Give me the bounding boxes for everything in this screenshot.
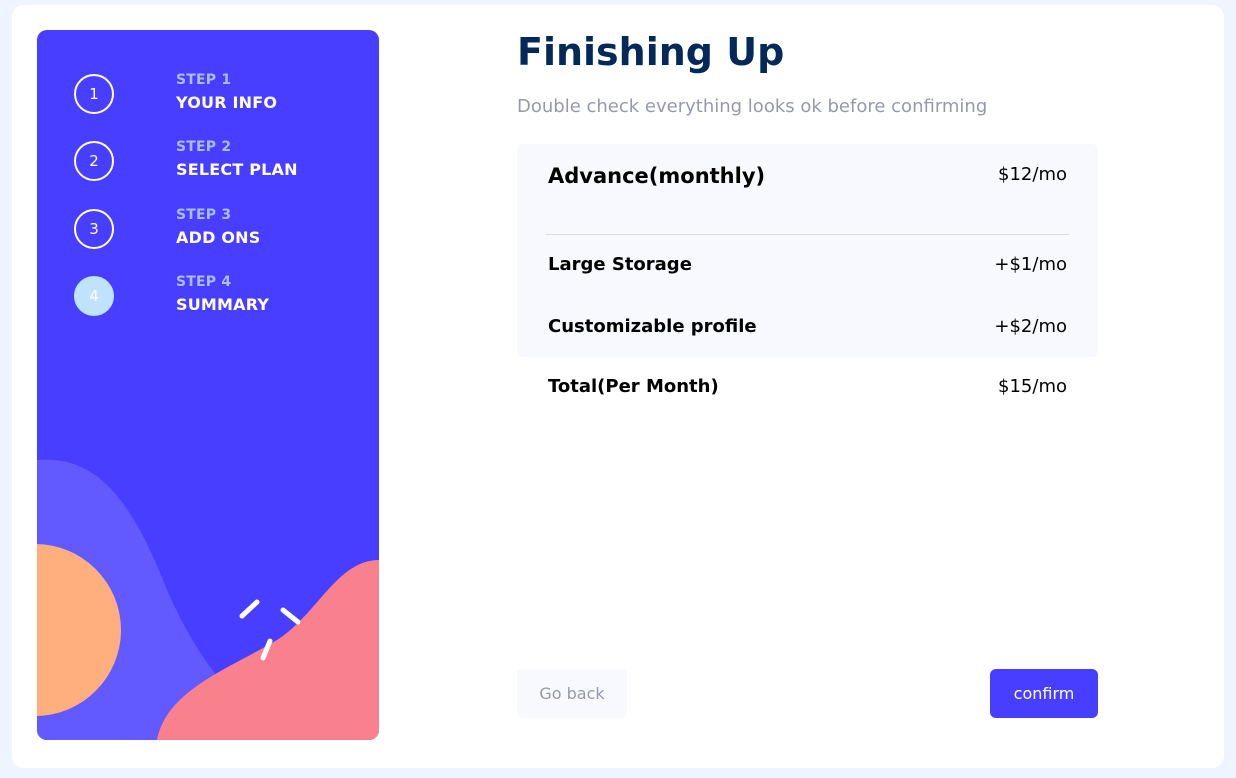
step-title: SELECT PLAN <box>176 160 298 179</box>
step-sub-label: STEP 3 <box>176 207 232 223</box>
total-price: $15/mo <box>998 376 1067 397</box>
addon-name: Large Storage <box>548 254 692 275</box>
divider <box>546 234 1069 235</box>
confirm-button[interactable]: confirm <box>990 669 1098 718</box>
summary-box: Advance(monthly) $12/mo Large Storage +$… <box>517 144 1098 357</box>
step-sub-label: STEP 1 <box>176 72 232 88</box>
go-back-button[interactable]: Go back <box>517 669 627 718</box>
addon-price: +$2/mo <box>994 316 1067 337</box>
step-item-1: 1 STEP 1 YOUR INFO <box>74 72 374 118</box>
step-sub-label: STEP 4 <box>176 274 232 290</box>
step-sub-label: STEP 2 <box>176 139 232 155</box>
plan-price: $12/mo <box>998 164 1067 185</box>
page-title: Finishing Up <box>517 30 785 74</box>
spark-line-2 <box>280 607 301 625</box>
total-label: Total(Per Month) <box>548 376 719 397</box>
step-number-circle: 1 <box>74 74 114 114</box>
step-item-3: 3 STEP 3 ADD ONS <box>74 207 374 253</box>
step-title: ADD ONS <box>176 228 261 247</box>
plan-name: Advance(monthly) <box>548 164 766 188</box>
page-subtitle: Double check everything looks ok before … <box>517 96 988 117</box>
step-number-circle: 3 <box>74 209 114 249</box>
step-item-2: 2 STEP 2 SELECT PLAN <box>74 139 374 185</box>
step-number-circle-active: 4 <box>74 276 114 316</box>
step-title: YOUR INFO <box>176 93 278 112</box>
step-title: SUMMARY <box>176 295 270 314</box>
sidebar: 1 STEP 1 YOUR INFO 2 STEP 2 SELECT PLAN … <box>37 30 379 740</box>
spark-line-1 <box>239 599 260 619</box>
step-item-4: 4 STEP 4 SUMMARY <box>74 274 374 320</box>
addon-price: +$1/mo <box>994 254 1067 275</box>
step-number-circle: 2 <box>74 141 114 181</box>
sidebar-decoration <box>37 459 379 740</box>
addon-name: Customizable profile <box>548 316 757 337</box>
